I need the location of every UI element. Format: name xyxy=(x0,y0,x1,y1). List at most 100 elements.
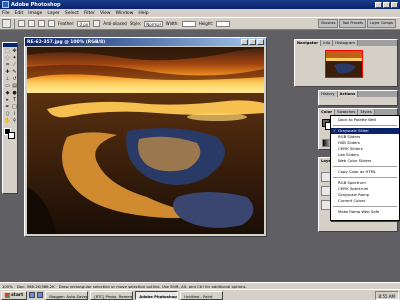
navigator-panel: Navigator Info Histogram xyxy=(294,39,398,87)
new-selection-icon[interactable] xyxy=(18,20,25,27)
document-title: RE-62-357.jpg @ 100% (RGB/8) xyxy=(27,39,106,45)
brush-tool-icon[interactable]: ✎ xyxy=(11,69,18,76)
taskbar-item-active[interactable]: Adobe Photoshop xyxy=(135,290,179,300)
history-brush-tool-icon[interactable]: ↺ xyxy=(11,76,18,83)
navigator-thumbnail[interactable] xyxy=(325,50,363,78)
maximize-button[interactable] xyxy=(383,1,390,8)
doc-size[interactable]: Doc: 366.2K/366.2K xyxy=(17,284,55,289)
subtract-selection-icon[interactable] xyxy=(38,20,45,27)
history-tabs: History Actions xyxy=(319,91,397,97)
antialiased-checkbox[interactable] xyxy=(93,20,101,27)
height-input[interactable] xyxy=(216,20,231,27)
style-label: Style: xyxy=(129,21,142,26)
close-button[interactable] xyxy=(391,1,398,8)
start-button[interactable]: start xyxy=(1,290,28,300)
document-maximize-button[interactable] xyxy=(249,39,256,45)
clone-stamp-tool-icon[interactable]: ⊥ xyxy=(4,76,11,83)
zoom-tool-icon[interactable]: ⚲ xyxy=(11,118,18,125)
document-titlebar[interactable]: RE-62-357.jpg @ 100% (RGB/8) xyxy=(25,38,266,46)
sunset-beach-photo xyxy=(27,47,264,234)
style-select[interactable]: Normal xyxy=(144,20,163,27)
intersect-selection-icon[interactable] xyxy=(48,20,55,27)
menu-separator xyxy=(333,206,397,207)
document-window: RE-62-357.jpg @ 100% (RGB/8) xyxy=(24,37,267,237)
dodge-tool-icon[interactable]: ● xyxy=(11,90,18,97)
taskbar-item[interactable]: Untitled - Paint xyxy=(180,290,224,300)
status-hint: Draw rectangular selection or move selec… xyxy=(58,283,247,289)
eyedropper-tool-icon[interactable]: ⌇ xyxy=(11,111,18,118)
menu-layer[interactable]: Layer xyxy=(47,11,60,16)
tab-histogram[interactable]: Histogram xyxy=(333,40,358,46)
tab-info[interactable]: Info xyxy=(321,40,334,46)
document-canvas[interactable] xyxy=(27,47,264,234)
pen-tool-icon[interactable]: ✒ xyxy=(4,104,11,111)
menu-separator xyxy=(333,125,397,126)
width-input[interactable] xyxy=(181,20,196,27)
app-title: Adobe Photoshop xyxy=(11,1,61,8)
menu-view[interactable]: View xyxy=(100,11,111,16)
slice-tool-icon[interactable]: ⟋ xyxy=(11,62,18,69)
magic-wand-tool-icon[interactable]: ✦ xyxy=(11,55,18,62)
history-panel: History Actions xyxy=(318,90,398,106)
color-menu-item[interactable]: Make Ramp Web Safe xyxy=(331,209,399,215)
photoshop-app-icon xyxy=(2,1,9,8)
color-menu-item[interactable]: Web Color Sliders xyxy=(331,158,399,164)
divider xyxy=(14,18,15,29)
tool-presets-tab[interactable]: Tool Presets xyxy=(339,19,367,28)
menu-file[interactable]: File xyxy=(2,11,10,16)
notes-tool-icon[interactable]: ▯ xyxy=(4,111,11,118)
menu-separator xyxy=(333,177,397,178)
color-menu-item[interactable]: Dock to Palette Well xyxy=(331,117,399,123)
tab-history[interactable]: History xyxy=(319,91,338,97)
hand-tool-icon[interactable]: ✋ xyxy=(4,118,11,125)
windows-logo-icon xyxy=(5,292,10,298)
current-tool-marquee-icon[interactable] xyxy=(2,19,11,28)
width-label: Width: xyxy=(165,21,179,26)
color-menu-item[interactable]: Copy Color as HTML xyxy=(331,169,399,175)
document-minimize-button[interactable] xyxy=(241,39,248,45)
brushes-tab[interactable]: Brushes xyxy=(318,19,339,28)
type-tool-icon[interactable]: T xyxy=(11,97,18,104)
background-color-swatch[interactable] xyxy=(8,132,15,139)
quicklaunch-icon[interactable] xyxy=(29,292,36,298)
color-menu-item[interactable]: Current Colors xyxy=(331,198,399,204)
healing-brush-tool-icon[interactable]: ✚ xyxy=(4,69,11,76)
tab-navigator[interactable]: Navigator xyxy=(295,40,322,46)
palette-well: Brushes Tool Presets Layer Comps xyxy=(318,19,396,28)
tab-actions[interactable]: Actions xyxy=(337,91,359,97)
feather-input[interactable]: 0 px xyxy=(77,20,91,27)
color-palette-menu: Dock to Palette WellGrayscale SliderRGB … xyxy=(330,115,400,221)
navigator-tabs: Navigator Info Histogram xyxy=(295,40,397,46)
antialiased-label: Anti-aliased xyxy=(103,21,127,26)
lasso-tool-icon[interactable]: ◌ xyxy=(4,55,11,62)
minimize-button[interactable] xyxy=(375,1,382,8)
color-chips xyxy=(3,128,17,142)
quicklaunch-icon[interactable] xyxy=(37,292,44,298)
document-window-controls xyxy=(241,39,264,45)
taskbar-item[interactable]: [RTC] Photo, Remember... xyxy=(90,290,134,300)
zoom-level[interactable]: 100% xyxy=(2,284,13,289)
feather-label: Feather: xyxy=(58,21,75,26)
menu-edit[interactable]: Edit xyxy=(15,11,24,16)
marquee-tool-icon[interactable]: ⬚ xyxy=(4,48,11,55)
menu-bar: File Edit Image Layer Select Filter View… xyxy=(0,9,400,17)
layer-comps-tab[interactable]: Layer Comps xyxy=(367,19,396,28)
navigator-preview-image xyxy=(326,51,362,77)
add-selection-icon[interactable] xyxy=(28,20,35,27)
menu-filter[interactable]: Filter xyxy=(84,11,95,16)
gradient-tool-icon[interactable]: ▤ xyxy=(11,83,18,90)
tool-grid: ⬚ ✥ ◌ ✦ ⌗ ⟋ ✚ ✎ ⊥ ↺ ▭ ▤ ◆ ● ▸ T ✒ □ ▯ ⌇ … xyxy=(3,47,17,126)
eraser-tool-icon[interactable]: ▭ xyxy=(4,83,11,90)
taskbar-item[interactable]: Blogger: Auto-Savepro... xyxy=(45,290,89,300)
blur-tool-icon[interactable]: ◆ xyxy=(4,90,11,97)
menu-window[interactable]: Window xyxy=(116,11,134,16)
menu-select[interactable]: Select xyxy=(65,11,79,16)
crop-tool-icon[interactable]: ⌗ xyxy=(4,62,11,69)
menu-help[interactable]: Help xyxy=(138,11,148,16)
window-controls xyxy=(375,1,398,8)
menu-image[interactable]: Image xyxy=(28,11,42,16)
move-tool-icon[interactable]: ✥ xyxy=(11,48,18,55)
document-close-button[interactable] xyxy=(257,39,264,45)
path-selection-tool-icon[interactable]: ▸ xyxy=(4,97,11,104)
shape-tool-icon[interactable]: □ xyxy=(11,104,18,111)
